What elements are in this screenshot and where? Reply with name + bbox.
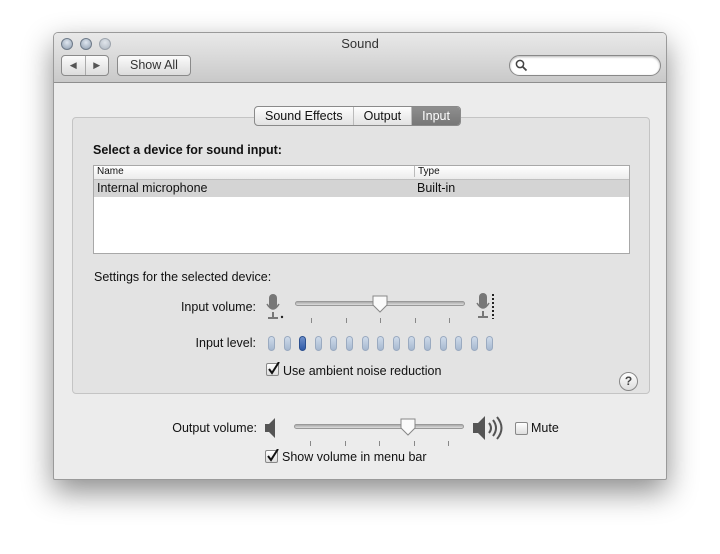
output-volume-label: Output volume:: [172, 421, 257, 435]
level-segment: [455, 336, 463, 351]
table-header: Name Type: [94, 166, 629, 180]
slider-knob[interactable]: [372, 295, 388, 313]
slider-tick: [310, 441, 311, 446]
mute-checkbox[interactable]: [515, 422, 528, 435]
noise-reduction-label[interactable]: Use ambient noise reduction: [283, 364, 441, 378]
search-input[interactable]: [509, 55, 661, 76]
device-name: Internal microphone: [97, 181, 208, 195]
speaker-high-icon: [473, 416, 503, 440]
level-segment: [424, 336, 431, 351]
mute-label[interactable]: Mute: [531, 421, 559, 435]
checkmark-icon: [268, 362, 280, 375]
level-segment: [330, 336, 338, 351]
back-button[interactable]: ◀: [62, 56, 86, 75]
slider-tick: [311, 318, 312, 323]
slider-tick: [345, 318, 347, 323]
help-button[interactable]: ?: [619, 372, 638, 391]
table-row[interactable]: Internal microphone Built-in: [94, 180, 629, 197]
level-segment: [346, 336, 353, 351]
input-volume-slider[interactable]: [295, 295, 465, 323]
search-icon: [515, 59, 528, 72]
tab-bar: Sound Effects Output Input: [254, 106, 461, 126]
level-segment: [486, 336, 494, 351]
window-title: Sound: [341, 36, 379, 51]
tab-input[interactable]: Input: [412, 107, 460, 125]
noise-reduction-checkbox[interactable]: [266, 362, 280, 376]
speaker-low-icon: [265, 418, 275, 438]
column-header-type[interactable]: Type: [414, 166, 440, 177]
level-segment: [392, 336, 400, 351]
forward-button[interactable]: ▶: [86, 56, 109, 75]
level-segment: [470, 336, 478, 351]
slider-knob[interactable]: [400, 418, 416, 436]
input-volume-label: Input volume:: [180, 300, 256, 314]
slider-tick: [413, 441, 415, 446]
level-segment: [361, 336, 369, 351]
show-volume-checkbox[interactable]: [265, 449, 279, 463]
slider-tick: [379, 441, 380, 446]
input-level-label: Input level:: [195, 336, 256, 350]
device-heading: Select a device for sound input:: [93, 143, 282, 157]
microphone-high-icon: [476, 293, 494, 319]
settings-label: Settings for the selected device:: [94, 270, 272, 284]
column-header-name[interactable]: Name: [97, 166, 124, 177]
slider-tick: [380, 318, 381, 323]
back-forward-control: ◀ ▶: [61, 55, 109, 76]
output-volume-slider[interactable]: [294, 418, 464, 446]
slider-tick: [449, 318, 450, 323]
title-bar: Sound ◀ ▶ Show All: [54, 33, 666, 83]
level-segment: [439, 336, 447, 351]
level-segment: [268, 336, 275, 351]
level-segment: [377, 336, 385, 351]
slider-tick: [448, 441, 449, 446]
sound-preferences-window: Sound ◀ ▶ Show All Sound Effects Output …: [53, 32, 667, 480]
level-segment: [314, 336, 322, 351]
show-all-button[interactable]: Show All: [117, 55, 191, 76]
input-panel: Select a device for sound input: Name Ty…: [72, 117, 650, 394]
level-segment: [283, 336, 291, 351]
slider-tick: [414, 318, 416, 323]
device-table: Name Type Internal microphone Built-in: [93, 165, 630, 254]
tab-sound-effects[interactable]: Sound Effects: [255, 107, 354, 125]
level-segment: [408, 336, 416, 351]
checkmark-icon: [267, 449, 279, 462]
microphone-low-icon: [266, 294, 284, 319]
device-type: Built-in: [417, 181, 456, 195]
show-volume-label[interactable]: Show volume in menu bar: [282, 450, 427, 464]
tab-output[interactable]: Output: [354, 107, 413, 125]
level-segment: [299, 336, 307, 351]
slider-tick: [344, 441, 346, 446]
